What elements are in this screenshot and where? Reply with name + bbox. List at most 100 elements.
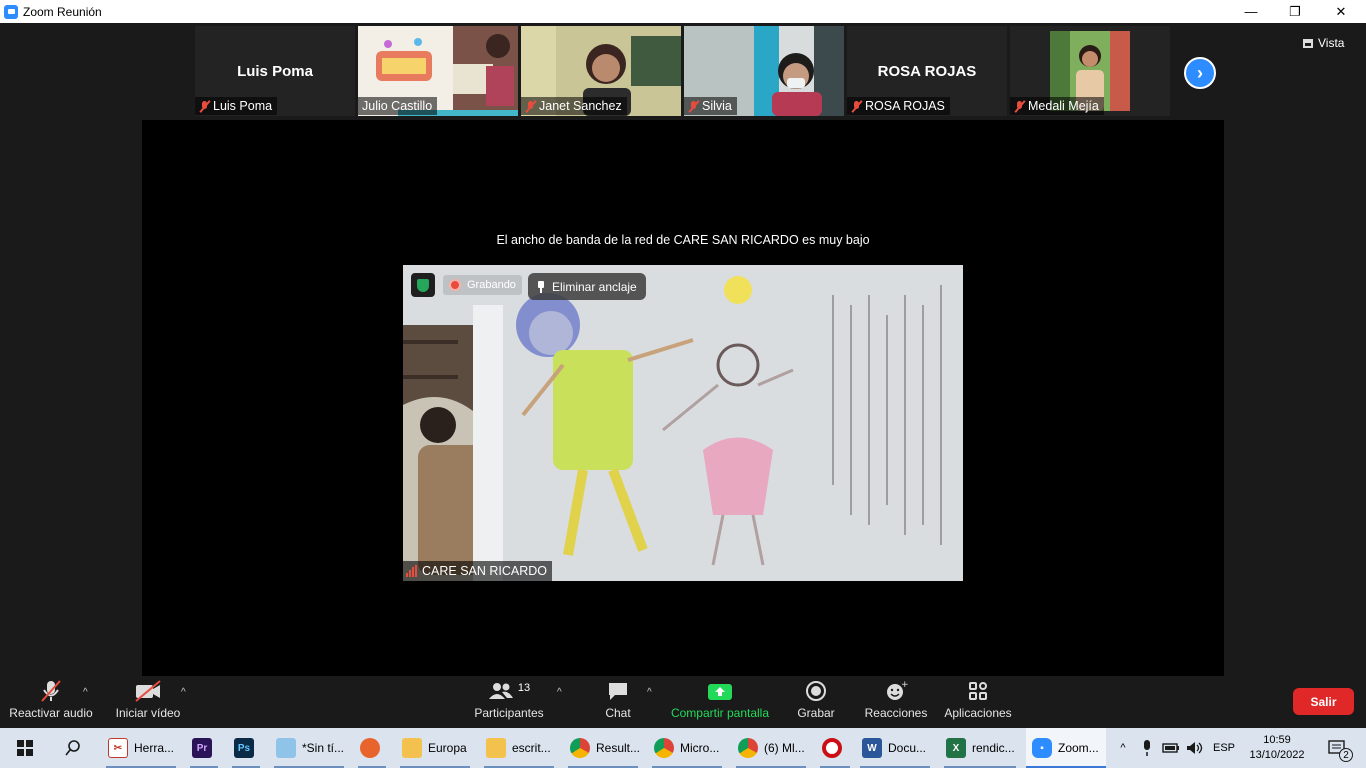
notifications-button[interactable]: 2: [1318, 728, 1358, 768]
apps-button[interactable]: Aplicaciones: [942, 676, 1014, 728]
record-button[interactable]: Grabar: [794, 676, 838, 728]
next-page-button[interactable]: ›: [1184, 57, 1216, 89]
start-video-label: Iniciar vídeo: [115, 706, 181, 720]
chat-button[interactable]: Chat: [598, 676, 638, 728]
firefox-icon: [360, 738, 380, 758]
unmute-button[interactable]: Reactivar audio: [8, 676, 94, 728]
clock-date: 13/10/2022: [1249, 749, 1305, 761]
participant-tile[interactable]: Silvia: [684, 26, 844, 116]
video-participant-name: CARE SAN RICARDO: [422, 564, 548, 578]
volume-icon[interactable]: [1184, 728, 1206, 768]
unpin-label: Eliminar anclaje: [552, 279, 637, 294]
bandwidth-warning: El ancho de banda de la red de CARE SAN …: [496, 233, 870, 247]
premiere-icon: Pr: [192, 738, 212, 758]
participant-tile[interactable]: Medali Mejía: [1010, 26, 1170, 116]
meeting-toolbar: Reactivar audio ^ Iniciar vídeo ^ 13 Par…: [0, 676, 1366, 728]
chat-label: Chat: [605, 706, 631, 720]
svg-text:+: +: [901, 680, 908, 690]
close-button[interactable]: ✕: [1318, 0, 1364, 23]
pinned-video[interactable]: Grabando Eliminar anclaje CARE SAN RICAR…: [403, 265, 963, 581]
microphone-tray-icon[interactable]: [1136, 728, 1158, 768]
windows-taskbar: ✂ Herra... Pr Ps *Sin tí... Europa escri…: [0, 728, 1366, 768]
show-hidden-icons-button[interactable]: ^: [1112, 728, 1134, 768]
excel-icon: X: [946, 738, 966, 758]
zoom-icon: ▪: [1032, 738, 1052, 758]
share-screen-button[interactable]: Compartir pantalla: [668, 676, 772, 728]
clock[interactable]: 10:59 13/10/2022: [1244, 728, 1310, 768]
chat-icon: [606, 676, 630, 706]
participants-button[interactable]: 13 Participantes: [471, 676, 547, 728]
participants-icon: 13: [488, 676, 530, 706]
clock-time: 10:59: [1263, 734, 1291, 746]
video-options-chevron-icon[interactable]: ^: [181, 687, 186, 698]
record-icon: [805, 676, 827, 706]
chrome-icon: [654, 738, 674, 758]
taskbar-app-label: Zoom...: [1058, 741, 1099, 755]
taskbar-app-label: Herra...: [134, 741, 175, 755]
participant-name-label: ROSA ROJAS: [847, 97, 950, 115]
participant-name: Janet Sanchez: [539, 99, 622, 113]
apps-label: Aplicaciones: [944, 706, 1012, 720]
unpin-button[interactable]: Eliminar anclaje: [528, 273, 646, 300]
taskbar-app-label: rendic...: [972, 741, 1015, 755]
participants-options-chevron-icon[interactable]: ^: [557, 687, 562, 698]
window-title: Zoom Reunión: [23, 4, 102, 19]
taskbar-app-label: Docu...: [888, 741, 927, 755]
share-screen-label: Compartir pantalla: [670, 706, 770, 720]
minimize-button[interactable]: —: [1228, 0, 1274, 23]
reactions-label: Reacciones: [864, 706, 928, 720]
leave-button[interactable]: Salir: [1293, 688, 1354, 715]
taskbar-app-label: Result...: [596, 741, 641, 755]
photoshop-icon: Ps: [234, 738, 254, 758]
reactions-button[interactable]: + Reacciones: [864, 676, 928, 728]
taskbar-app-label: Europa: [428, 741, 467, 755]
apps-icon: [967, 676, 989, 706]
record-label: Grabar: [797, 706, 835, 720]
taskbar-app-zoom[interactable]: ▪ Zoom...: [1026, 728, 1106, 768]
restore-button[interactable]: ❐: [1272, 0, 1318, 23]
taskbar-app-folder-europa[interactable]: Europa: [396, 728, 474, 768]
participant-tile[interactable]: Luis Poma Luis Poma: [195, 26, 355, 116]
video-name-label: CARE SAN RICARDO: [403, 561, 553, 581]
chat-options-chevron-icon[interactable]: ^: [647, 687, 652, 698]
participant-name-label: Silvia: [684, 97, 737, 115]
participant-name: ROSA ROJAS: [865, 99, 945, 113]
view-button[interactable]: Vista: [1303, 32, 1358, 54]
taskbar-app-excel[interactable]: X rendic...: [940, 728, 1020, 768]
taskbar-app-premiere[interactable]: Pr: [186, 728, 222, 768]
taskbar-app-chrome[interactable]: Result...: [564, 728, 642, 768]
taskbar-app-opera[interactable]: [816, 728, 854, 768]
participant-tile[interactable]: ROSA ROJAS ROSA ROJAS: [847, 26, 1007, 116]
taskbar-app-chrome[interactable]: (6) Ml...: [732, 728, 810, 768]
taskbar-app-word[interactable]: W Docu...: [856, 728, 934, 768]
security-shield-icon[interactable]: [411, 273, 435, 297]
recording-indicator[interactable]: Grabando: [443, 275, 522, 295]
participant-name-label: Luis Poma: [195, 97, 278, 115]
search-button[interactable]: [52, 728, 92, 768]
taskbar-app-chrome[interactable]: Micro...: [648, 728, 726, 768]
mic-muted-icon: [851, 100, 862, 113]
participant-name-label: Julio Castillo: [358, 97, 438, 115]
audio-options-chevron-icon[interactable]: ^: [83, 687, 88, 698]
participants-label: Participantes: [474, 706, 544, 720]
mic-muted-icon: [1014, 100, 1025, 113]
participant-tile[interactable]: Julio Castillo: [358, 26, 518, 116]
start-button[interactable]: [8, 728, 46, 768]
taskbar-app-folder-escrit[interactable]: escrit...: [480, 728, 558, 768]
mic-muted-icon: [199, 100, 210, 113]
taskbar-app-firefox[interactable]: [354, 728, 390, 768]
taskbar-app-label: *Sin tí...: [302, 741, 345, 755]
main-stage: El ancho de banda de la red de CARE SAN …: [142, 120, 1224, 676]
taskbar-app-label: escrit...: [512, 741, 551, 755]
participant-name-label: Medali Mejía: [1010, 97, 1104, 115]
chevron-right-icon: ›: [1197, 62, 1203, 83]
battery-icon[interactable]: [1160, 728, 1182, 768]
participant-tile[interactable]: Janet Sanchez: [521, 26, 681, 116]
taskbar-app-photoshop[interactable]: Ps: [228, 728, 264, 768]
folder-icon: [402, 738, 422, 758]
taskbar-app-notepad[interactable]: *Sin tí...: [270, 728, 348, 768]
language-indicator[interactable]: ESP: [1208, 728, 1240, 768]
start-video-button[interactable]: Iniciar vídeo: [112, 676, 184, 728]
recording-label: Grabando: [467, 279, 516, 291]
taskbar-app-snipping[interactable]: ✂ Herra...: [102, 728, 180, 768]
